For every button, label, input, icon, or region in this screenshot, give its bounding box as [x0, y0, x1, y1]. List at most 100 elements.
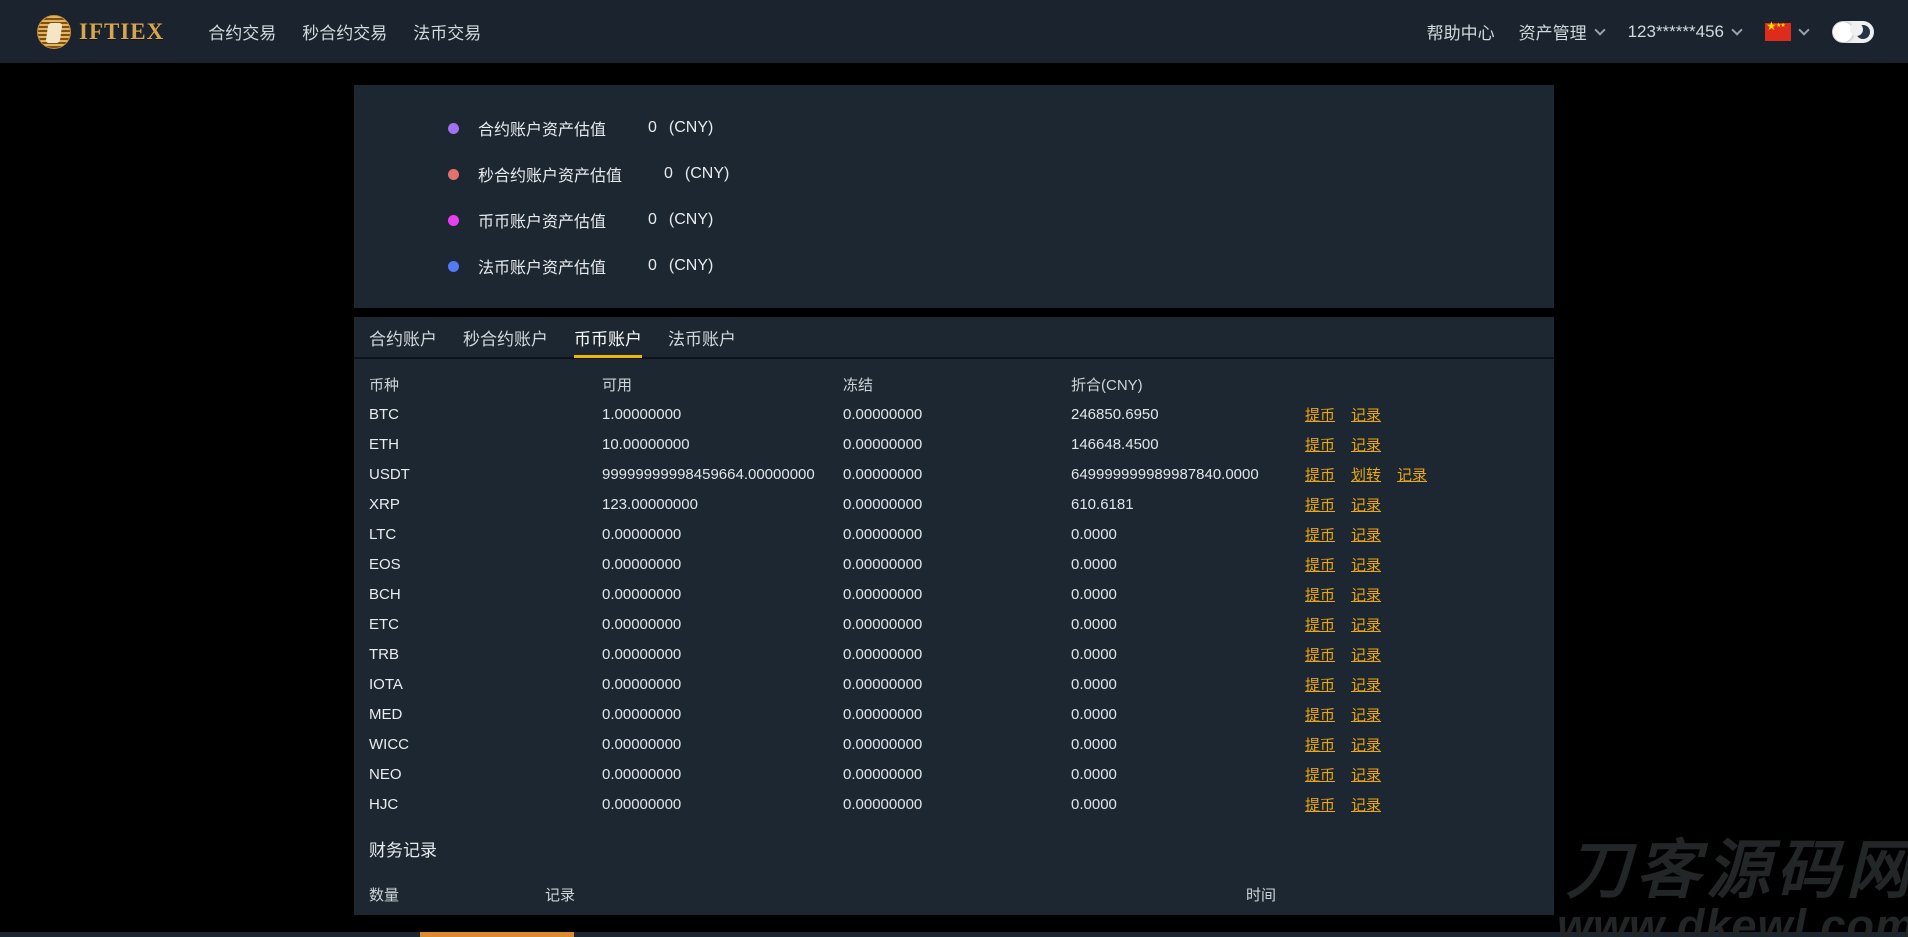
record-link[interactable]: 记录 [1351, 554, 1381, 575]
record-link[interactable]: 记录 [1351, 764, 1381, 785]
account-menu[interactable]: 123******456 [1628, 22, 1743, 42]
asset-management-label: 资产管理 [1518, 24, 1587, 43]
frozen-value: 0.00000000 [843, 585, 923, 603]
withdraw-link[interactable]: 提币 [1305, 554, 1335, 575]
table-row: ETC 0.00000000 0.00000000 0.0000 提币 记录 [369, 609, 1539, 639]
tab-合约账户[interactable]: 合约账户 [369, 316, 437, 358]
available-value: 0.00000000 [602, 705, 682, 723]
available-value: 1.00000000 [602, 405, 682, 423]
cny-value: 146648.4500 [1071, 435, 1159, 453]
record-link[interactable]: 记录 [1351, 494, 1381, 515]
cny-value: 0.0000 [1071, 765, 1117, 783]
chevron-down-icon [1731, 23, 1743, 36]
transfer-link[interactable]: 划转 [1351, 464, 1381, 485]
row-actions: 提币 记录 [1305, 494, 1539, 515]
asset-management-menu[interactable]: 资产管理 [1518, 19, 1606, 44]
withdraw-link[interactable]: 提币 [1305, 584, 1335, 605]
withdraw-link[interactable]: 提币 [1305, 434, 1335, 455]
summary-label: 法币账户资产估值 [478, 260, 607, 277]
theme-toggle[interactable] [1832, 20, 1874, 43]
record-link[interactable]: 记录 [1351, 524, 1381, 545]
language-selector[interactable]: ★ ★★ [1765, 20, 1810, 41]
withdraw-link[interactable]: 提币 [1305, 404, 1335, 425]
summary-value: 0 [664, 165, 673, 182]
logo[interactable]: IFTIEX [37, 14, 165, 49]
available-value: 0.00000000 [602, 795, 682, 813]
record-link[interactable]: 记录 [1397, 464, 1427, 485]
assets-table: 币种 可用 冻结 折合(CNY) BTC 1.00000000 0.00000000 … [354, 369, 1554, 819]
legend-dot-icon [448, 214, 459, 226]
available-value: 0.00000000 [602, 585, 682, 603]
asset-summary-panel: 合约账户资产估值 0 (CNY) 秒合约账户资产估值 0 (CNY) 币币账户资… [354, 85, 1554, 308]
record-link[interactable]: 记录 [1351, 704, 1381, 725]
frozen-value: 0.00000000 [843, 465, 923, 483]
coin-name: LTC [369, 525, 397, 543]
nav-link[interactable]: 法币交易 [413, 19, 481, 44]
row-actions: 提币 记录 [1305, 674, 1539, 695]
table-row: BCH 0.00000000 0.00000000 0.0000 提币 记录 [369, 579, 1539, 609]
finance-table-header: 数量 记录 时间 [369, 879, 1539, 909]
summary-label: 币币账户资产估值 [478, 214, 607, 231]
coin-name: ETH [369, 435, 399, 453]
record-link[interactable]: 记录 [1351, 614, 1381, 635]
withdraw-link[interactable]: 提币 [1305, 644, 1335, 665]
table-row: NEO 0.00000000 0.00000000 0.0000 提币 记录 [369, 759, 1539, 789]
tab-币币账户[interactable]: 币币账户 [574, 316, 642, 358]
frozen-value: 0.00000000 [843, 615, 923, 633]
row-actions: 提币 记录 [1305, 524, 1539, 545]
record-link[interactable]: 记录 [1351, 584, 1381, 605]
coin-name: TRB [369, 645, 399, 663]
withdraw-link[interactable]: 提币 [1305, 764, 1335, 785]
legend-dot-icon [448, 260, 459, 272]
frozen-value: 0.00000000 [843, 735, 923, 753]
help-center-link[interactable]: 帮助中心 [1427, 19, 1495, 44]
record-link[interactable]: 记录 [1351, 794, 1381, 815]
withdraw-link[interactable]: 提币 [1305, 674, 1335, 695]
nav-link[interactable]: 合约交易 [208, 19, 276, 44]
summary-row: 币币账户资产估值 0 (CNY) [448, 197, 1554, 243]
navbar: IFTIEX 合约交易 秒合约交易 法币交易 帮助中心 资产管理 123******… [0, 0, 1908, 63]
record-link[interactable]: 记录 [1351, 644, 1381, 665]
cny-value: 0.0000 [1071, 555, 1117, 573]
cny-value: 610.6181 [1071, 495, 1134, 513]
withdraw-link[interactable]: 提币 [1305, 494, 1335, 515]
assets-table-body: BTC 1.00000000 0.00000000 246850.6950 提币… [369, 399, 1539, 819]
brand-name: IFTIEX [79, 18, 165, 44]
summary-row: 秒合约账户资产估值 0 (CNY) [448, 151, 1554, 197]
record-link[interactable]: 记录 [1351, 434, 1381, 455]
accounts-panel: 合约账户 秒合约账户 币币账户 法币账户 币种 可用 冻结 折合(CNY) BTC 1.00… [354, 317, 1554, 915]
withdraw-link[interactable]: 提币 [1305, 524, 1335, 545]
record-link[interactable]: 记录 [1351, 404, 1381, 425]
account-tabs: 合约账户 秒合约账户 币币账户 法币账户 [354, 317, 1554, 359]
column-header: 折合(CNY) [1071, 376, 1143, 394]
row-actions: 提币 记录 [1305, 404, 1539, 425]
frozen-value: 0.00000000 [843, 765, 923, 783]
tab-秒合约账户[interactable]: 秒合约账户 [463, 316, 548, 358]
withdraw-link[interactable]: 提币 [1305, 614, 1335, 635]
withdraw-link[interactable]: 提币 [1305, 794, 1335, 815]
coin-name: HJC [369, 795, 399, 813]
summary-unit: (CNY) [668, 257, 714, 274]
moon-icon [1850, 22, 1870, 39]
column-header: 冻结 [843, 376, 874, 394]
record-link[interactable]: 记录 [1351, 734, 1381, 755]
finance-records-title: 财务记录 [369, 840, 437, 860]
cny-value: 0.0000 [1071, 525, 1117, 543]
withdraw-link[interactable]: 提币 [1305, 704, 1335, 725]
nav-link[interactable]: 秒合约交易 [302, 19, 387, 44]
available-value: 10.00000000 [602, 435, 690, 453]
available-value: 0.00000000 [602, 555, 682, 573]
coin-name: IOTA [369, 675, 403, 693]
coin-name: XRP [369, 495, 400, 513]
withdraw-link[interactable]: 提币 [1305, 464, 1335, 485]
summary-row: 合约账户资产估值 0 (CNY) [448, 105, 1554, 151]
record-link[interactable]: 记录 [1351, 674, 1381, 695]
frozen-value: 0.00000000 [843, 435, 923, 453]
available-value: 0.00000000 [602, 615, 682, 633]
column-header: 可用 [602, 376, 633, 394]
summary-unit: (CNY) [684, 165, 730, 182]
withdraw-link[interactable]: 提币 [1305, 734, 1335, 755]
row-actions: 提币 记录 [1305, 644, 1539, 665]
tab-法币账户[interactable]: 法币账户 [668, 316, 736, 358]
table-row: ETH 10.00000000 0.00000000 146648.4500 提… [369, 429, 1539, 459]
